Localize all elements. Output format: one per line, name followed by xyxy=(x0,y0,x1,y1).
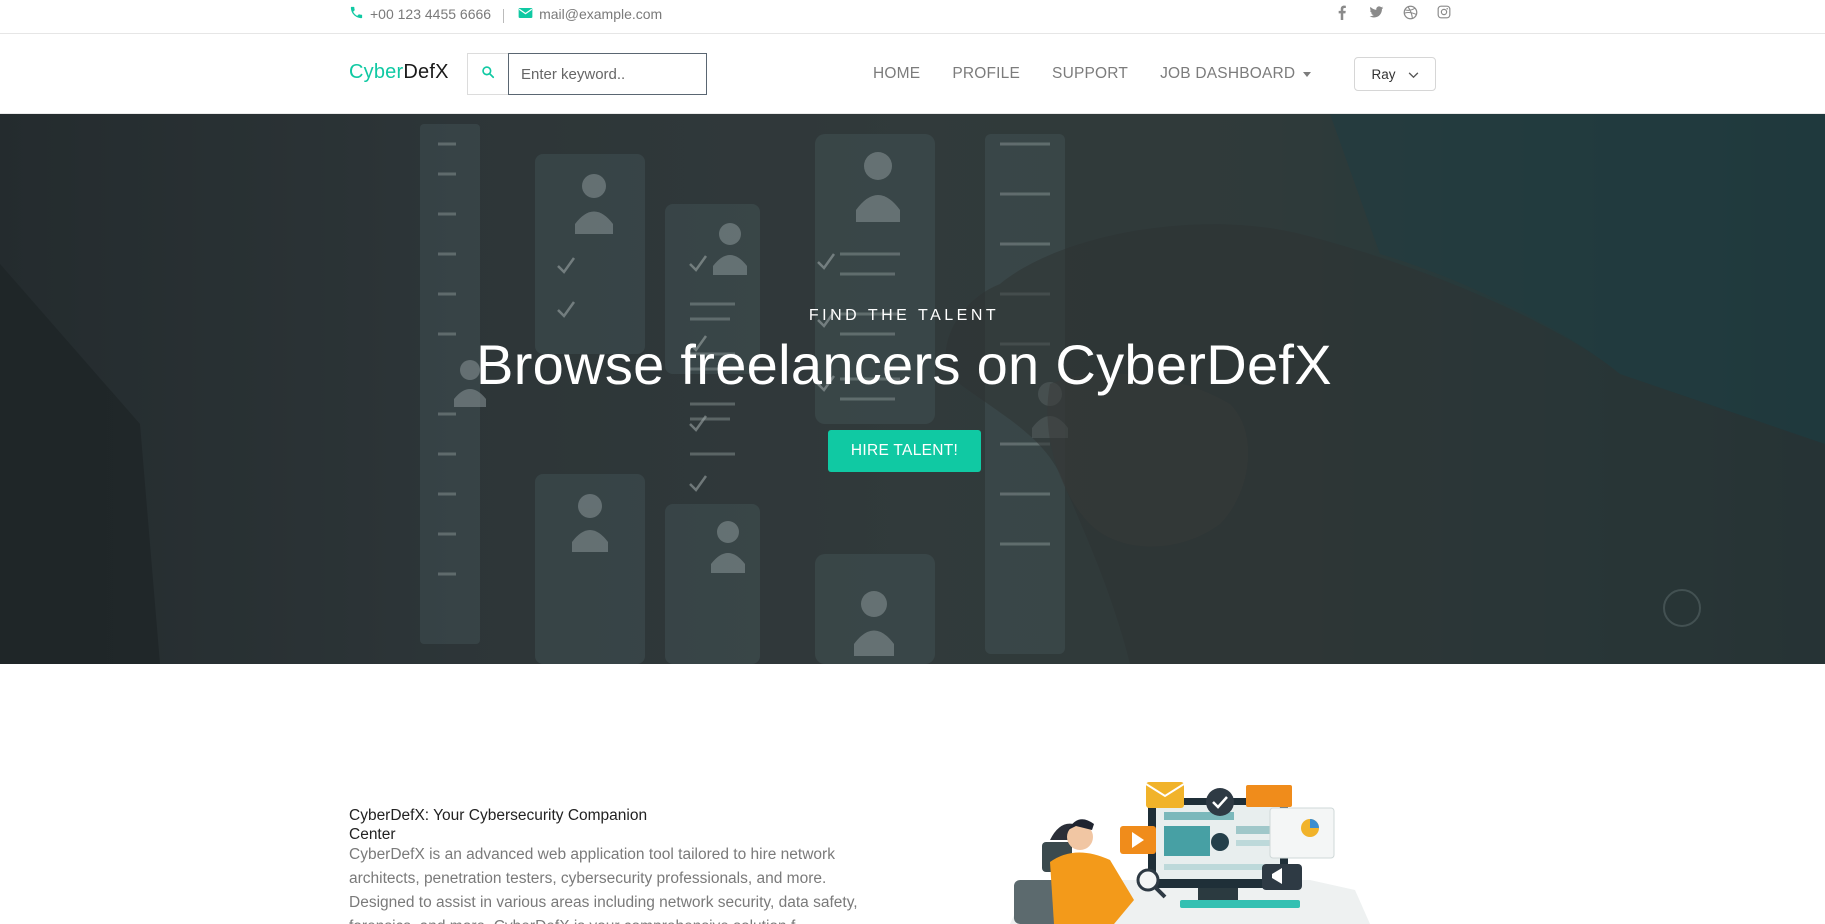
instagram-icon[interactable] xyxy=(1436,4,1452,20)
divider xyxy=(503,9,505,23)
nav-home[interactable]: HOME xyxy=(873,65,920,83)
phone-number: +00 123 4455 6666 xyxy=(370,6,492,22)
hire-talent-button[interactable]: HIRE TALENT! xyxy=(828,430,981,472)
search-input[interactable] xyxy=(508,53,707,95)
search-button[interactable] xyxy=(467,53,508,95)
top-bar: +00 123 4455 6666 mail@example.com xyxy=(0,0,1825,34)
facebook-icon[interactable] xyxy=(1334,4,1350,20)
hero-title: Browse freelancers on CyberDefX xyxy=(476,333,1332,396)
cybersecurity-illustration xyxy=(1010,780,1380,924)
search-bar xyxy=(467,53,707,95)
social-links xyxy=(1334,4,1452,20)
about-text: CyberDefX is an advanced web application… xyxy=(349,846,858,924)
hero-banner: FIND THE TALENT Browse freelancers on Cy… xyxy=(0,114,1825,664)
nav-support-label: SUPPORT xyxy=(1052,65,1129,82)
email-address: mail@example.com xyxy=(539,6,663,22)
brand-part-cyber: Cyber xyxy=(349,61,404,83)
nav-support[interactable]: SUPPORT xyxy=(1052,65,1128,83)
user-name: Ray xyxy=(1371,66,1396,82)
user-menu-button[interactable]: Ray xyxy=(1354,57,1436,91)
caret-down-icon xyxy=(1303,72,1312,77)
hero-kicker: FIND THE TALENT xyxy=(808,307,1000,324)
contact-info: +00 123 4455 6666 mail@example.com xyxy=(349,5,662,23)
nav-profile-label: PROFILE xyxy=(952,65,1021,82)
phone-icon xyxy=(349,5,364,23)
brand-logo[interactable]: CyberDefX xyxy=(349,61,449,84)
brand-part-defx: DefX xyxy=(403,61,449,83)
search-icon xyxy=(481,65,495,84)
nav-profile[interactable]: PROFILE xyxy=(952,65,1020,83)
dribbble-icon[interactable] xyxy=(1402,4,1418,20)
nav-job-dashboard-label: JOB DASHBOARD xyxy=(1160,65,1296,82)
about-title: CyberDefX: Your Cybersecurity Companion … xyxy=(349,807,648,843)
email-contact[interactable]: mail@example.com xyxy=(518,6,662,22)
main-menu: HOME PROFILE SUPPORT JOB DASHBOARD xyxy=(873,65,1312,83)
phone-contact[interactable]: +00 123 4455 6666 xyxy=(349,5,491,23)
mail-icon xyxy=(518,6,533,22)
nav-home-label: HOME xyxy=(873,65,921,82)
twitter-icon[interactable] xyxy=(1368,4,1384,20)
nav-job-dashboard[interactable]: JOB DASHBOARD xyxy=(1160,65,1312,83)
chevron-down-icon xyxy=(1408,67,1419,82)
main-navbar: CyberDefX HOME PROFILE SUPPORT JOB DASHB… xyxy=(0,34,1825,114)
